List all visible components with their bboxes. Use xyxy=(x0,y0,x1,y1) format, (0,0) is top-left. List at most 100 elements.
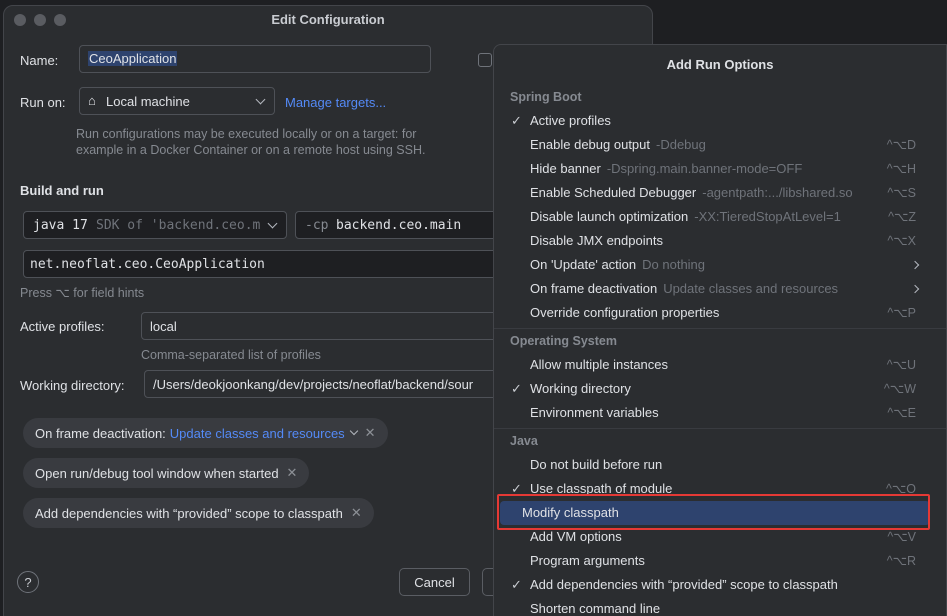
popup-title: Add Run Options xyxy=(666,57,774,72)
run-option-item[interactable]: Program arguments ^⌥R xyxy=(494,549,946,573)
shortcut-label: ^⌥D xyxy=(886,138,916,152)
run-option-item[interactable]: ✓ Working directory ^⌥W xyxy=(494,377,946,401)
run-option-item[interactable]: Shorten command line xyxy=(494,597,946,616)
run-option-hint: -Dspring.main.banner-mode=OFF xyxy=(606,161,803,176)
shortcut-label: ^⌥U xyxy=(886,358,916,372)
on-frame-deactivation-chip[interactable]: On frame deactivation: Update classes an… xyxy=(23,418,388,448)
run-on-select[interactable]: ⌂ Local machine xyxy=(79,87,275,115)
chevron-down-icon xyxy=(349,426,358,436)
run-option-item[interactable]: Enable debug output -Ddebug ^⌥D xyxy=(494,133,946,157)
add-run-options-popup: Add Run Options Spring Boot ✓ Active profi… xyxy=(493,44,947,616)
chevron-down-icon xyxy=(255,94,266,105)
name-field[interactable]: CeoApplication xyxy=(79,45,431,73)
name-label: Name: xyxy=(20,53,59,68)
active-profiles-field[interactable]: local xyxy=(141,312,505,340)
run-option-label: Add dependencies with “provided” scope t… xyxy=(530,577,838,592)
run-option-item[interactable]: Override configuration properties ^⌥P xyxy=(494,301,946,325)
shortcut-label: ^⌥P xyxy=(887,306,916,320)
remove-chip-icon[interactable]: ✕ xyxy=(365,425,376,441)
run-option-label: Allow multiple instances xyxy=(530,357,669,372)
run-option-item[interactable]: Enable Scheduled Debugger -agentpath:.../… xyxy=(494,181,946,205)
active-profiles-label: Active profiles: xyxy=(20,319,105,334)
shortcut-label: ^⌥E xyxy=(887,406,916,420)
run-option-label: Do not build before run xyxy=(530,457,663,472)
run-option-label: Enable debug output xyxy=(530,137,650,152)
shortcut-label: ^⌥X xyxy=(887,234,916,248)
run-option-item[interactable]: ✓ Active profiles xyxy=(494,109,946,133)
shortcut-label: ^⌥R xyxy=(886,554,916,568)
run-option-hint: -XX:TieredStopAtLevel=1 xyxy=(694,209,841,224)
jdk-value: java 17 xyxy=(33,218,88,233)
store-as-file-checkbox[interactable] xyxy=(478,53,492,67)
provided-scope-chip[interactable]: Add dependencies with “provided” scope t… xyxy=(23,498,374,528)
working-directory-field[interactable]: /Users/deokjoonkang/dev/projects/neoflat… xyxy=(144,370,508,398)
run-option-label: On frame deactivation xyxy=(530,281,658,296)
run-option-item[interactable]: Environment variables ^⌥E xyxy=(494,401,946,425)
run-option-item[interactable]: On frame deactivation Update classes and … xyxy=(494,277,946,301)
run-option-label: Working directory xyxy=(530,381,631,396)
checkmark-icon: ✓ xyxy=(511,113,522,128)
remove-chip-icon[interactable]: ✕ xyxy=(351,505,362,521)
dialog-titlebar: Edit Configuration xyxy=(4,6,652,34)
run-option-item[interactable]: Disable JMX endpoints ^⌥X xyxy=(494,229,946,253)
run-option-hint: -Ddebug xyxy=(656,137,706,152)
run-on-value: Local machine xyxy=(106,94,190,109)
run-option-item[interactable]: On 'Update' action Do nothing xyxy=(494,253,946,277)
chevron-down-icon xyxy=(267,218,278,229)
run-on-label: Run on: xyxy=(20,95,66,110)
shortcut-label: ^⌥S xyxy=(887,186,916,200)
section-header: Operating System xyxy=(510,334,617,348)
working-directory-value: /Users/deokjoonkang/dev/projects/neoflat… xyxy=(153,377,474,392)
run-options-list: Spring Boot ✓ Active profiles Enable debug … xyxy=(494,85,946,616)
shortcut-label: ^⌥Z xyxy=(888,210,916,224)
run-option-label: Program arguments xyxy=(530,553,645,568)
highlight-annotation xyxy=(497,494,930,530)
run-on-hint: Run configurations may be executed local… xyxy=(76,127,426,157)
run-option-label: Add VM options xyxy=(530,529,622,544)
section-header: Java xyxy=(510,434,538,448)
run-option-label: Hide banner xyxy=(530,161,601,176)
shortcut-label: ^⌥W xyxy=(883,382,916,396)
manage-targets-link[interactable]: Manage targets... xyxy=(285,95,386,110)
active-profiles-hint: Comma-separated list of profiles xyxy=(141,348,321,362)
cp-value: backend.ceo.main xyxy=(336,218,462,233)
field-hints: Press ⌥ for field hints xyxy=(20,286,145,300)
cancel-button[interactable]: Cancel xyxy=(399,568,470,596)
classpath-module-select[interactable]: -cp backend.ceo.main xyxy=(295,211,505,239)
jdk-hint: SDK of 'backend.ceo.m xyxy=(96,218,261,233)
chip-label: Open run/debug tool window when started xyxy=(35,465,279,481)
run-option-label: Active profiles xyxy=(530,113,611,128)
checkmark-icon: ✓ xyxy=(511,577,522,592)
run-option-item[interactable]: Hide banner -Dspring.main.banner-mode=OFF… xyxy=(494,157,946,181)
main-class-field[interactable]: net.neoflat.ceo.CeoApplication xyxy=(23,250,503,278)
name-value: CeoApplication xyxy=(88,51,178,66)
run-option-hint: Do nothing xyxy=(642,257,706,272)
working-directory-label: Working directory: xyxy=(20,378,125,393)
shortcut-label: ^⌥H xyxy=(886,162,916,176)
open-tool-window-chip[interactable]: Open run/debug tool window when started … xyxy=(23,458,310,488)
cp-flag: -cp xyxy=(305,218,329,233)
chevron-right-icon xyxy=(910,260,920,270)
jdk-select[interactable]: java 17 SDK of 'backend.ceo.m xyxy=(23,211,287,239)
help-button[interactable]: ? xyxy=(17,571,39,593)
run-option-hint: Update classes and resources xyxy=(663,281,839,296)
run-option-hint: -agentpath:.../libshared.so xyxy=(702,185,853,200)
run-option-item[interactable]: Allow multiple instances ^⌥U xyxy=(494,353,946,377)
run-option-item[interactable]: ✓ Add dependencies with “provided” scope … xyxy=(494,573,946,597)
run-option-label: Shorten command line xyxy=(530,601,661,616)
chip-label: On frame deactivation: xyxy=(35,425,166,441)
remove-chip-icon[interactable]: ✕ xyxy=(287,465,298,481)
chevron-right-icon xyxy=(910,284,920,294)
run-option-item[interactable]: Do not build before run xyxy=(494,453,946,477)
run-option-label: Disable JMX endpoints xyxy=(530,233,663,248)
dialog-title: Edit Configuration xyxy=(271,12,385,27)
run-option-label: Disable launch optimization xyxy=(530,209,689,224)
run-option-label: On 'Update' action xyxy=(530,257,637,272)
checkmark-icon: ✓ xyxy=(511,381,522,396)
chip-value-link[interactable]: Update classes and resources xyxy=(170,426,345,441)
section-header: Spring Boot xyxy=(510,90,582,104)
active-profiles-value: local xyxy=(150,319,177,334)
home-icon: ⌂ xyxy=(88,93,96,108)
run-option-item[interactable]: Disable launch optimization -XX:TieredSto… xyxy=(494,205,946,229)
build-and-run-heading: Build and run xyxy=(20,183,104,198)
